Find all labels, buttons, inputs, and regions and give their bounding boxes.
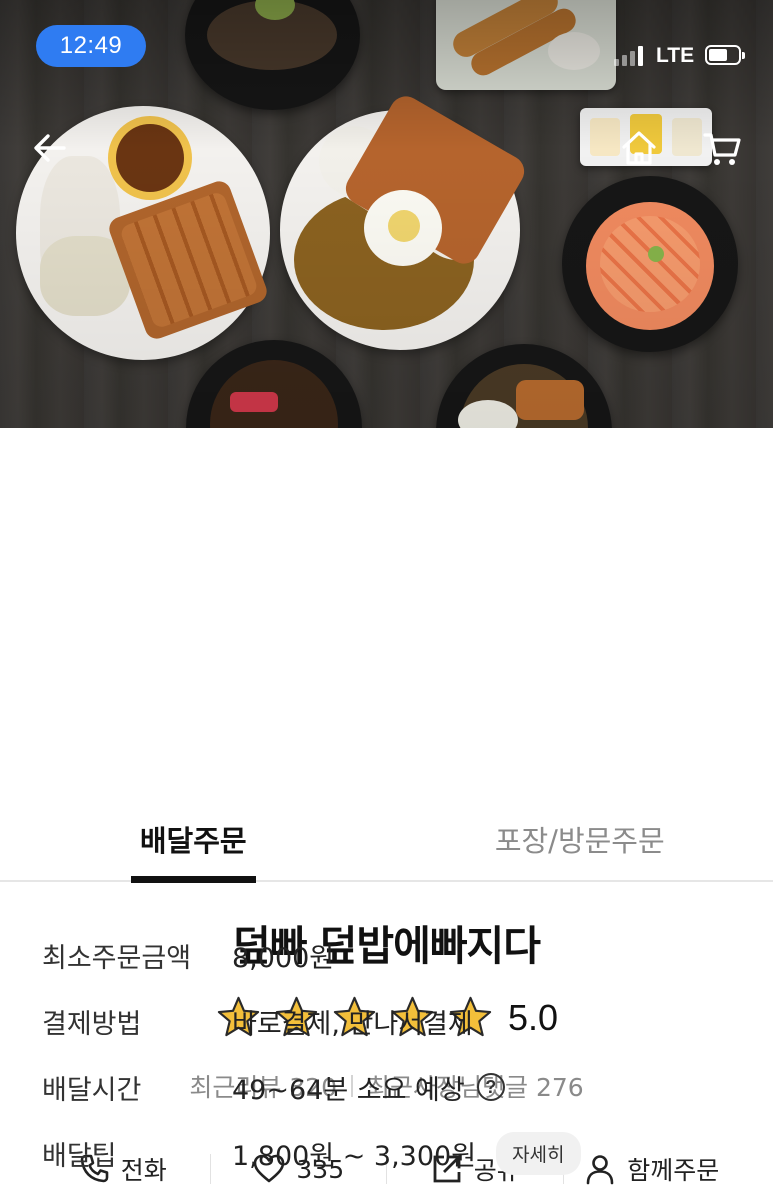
info-row-delivery-tip: 배달팁 1,800원 ~ 3,300원 자세히: [42, 1120, 742, 1186]
bulgogi-bowl: [186, 340, 362, 428]
tab-pickup-order[interactable]: 포장/방문주문: [387, 808, 773, 880]
salmon-bowl: [562, 176, 738, 352]
delivery-info: 최소주문금액 8,000원 결제방법 바로결제, 만나서결제 배달시간 49~6…: [42, 922, 742, 1186]
tab-label: 포장/방문주문: [495, 824, 665, 858]
tab-delivery-order[interactable]: 배달주문: [0, 808, 387, 880]
home-button[interactable]: [617, 126, 661, 170]
katsu-bowl: [436, 344, 612, 428]
order-type-tabs: 배달주문 포장/방문주문: [0, 808, 773, 882]
info-row-payment: 결제방법 바로결제, 만나서결제: [42, 988, 742, 1054]
back-arrow-icon: [30, 128, 70, 168]
status-bar: 12:49 LTE: [0, 0, 773, 90]
cart-icon: [701, 127, 743, 169]
info-label: 배달팁: [42, 1134, 232, 1173]
info-value: 바로결제, 만나서결제: [232, 1002, 473, 1041]
payment-methods-value: 바로결제, 만나서결제: [232, 1002, 473, 1041]
info-label: 배달시간: [42, 1068, 232, 1107]
cart-button[interactable]: [700, 126, 744, 170]
curry-plate: [280, 110, 520, 350]
info-value: 49~64분 소요 예상 ?: [232, 1068, 505, 1107]
info-value: 8,000원: [232, 936, 334, 975]
signal-strength-icon: [614, 44, 643, 66]
back-button[interactable]: [28, 126, 72, 170]
clock-pill: 12:49: [36, 25, 146, 67]
battery-icon: [705, 45, 741, 65]
delivery-time-value: 49~64분 소요 예상: [232, 1068, 465, 1107]
info-row-delivery-time: 배달시간 49~64분 소요 예상 ?: [42, 1054, 742, 1120]
active-tab-indicator: [131, 876, 256, 883]
min-order-value: 8,000원: [232, 936, 334, 975]
clock-time: 12:49: [60, 32, 123, 60]
delivery-tip-value: 1,800원 ~ 3,300원: [232, 1134, 476, 1173]
network-type: LTE: [656, 44, 694, 68]
question-circle-icon[interactable]: ?: [477, 1073, 505, 1101]
delivery-tip-detail-button[interactable]: 자세히: [496, 1132, 580, 1175]
info-row-min-order: 최소주문금액 8,000원: [42, 922, 742, 988]
info-label: 최소주문금액: [42, 936, 232, 975]
info-label: 결제방법: [42, 1002, 232, 1041]
home-icon: [618, 127, 660, 169]
tab-label: 배달주문: [140, 824, 247, 858]
info-value: 1,800원 ~ 3,300원 자세히: [232, 1132, 581, 1175]
